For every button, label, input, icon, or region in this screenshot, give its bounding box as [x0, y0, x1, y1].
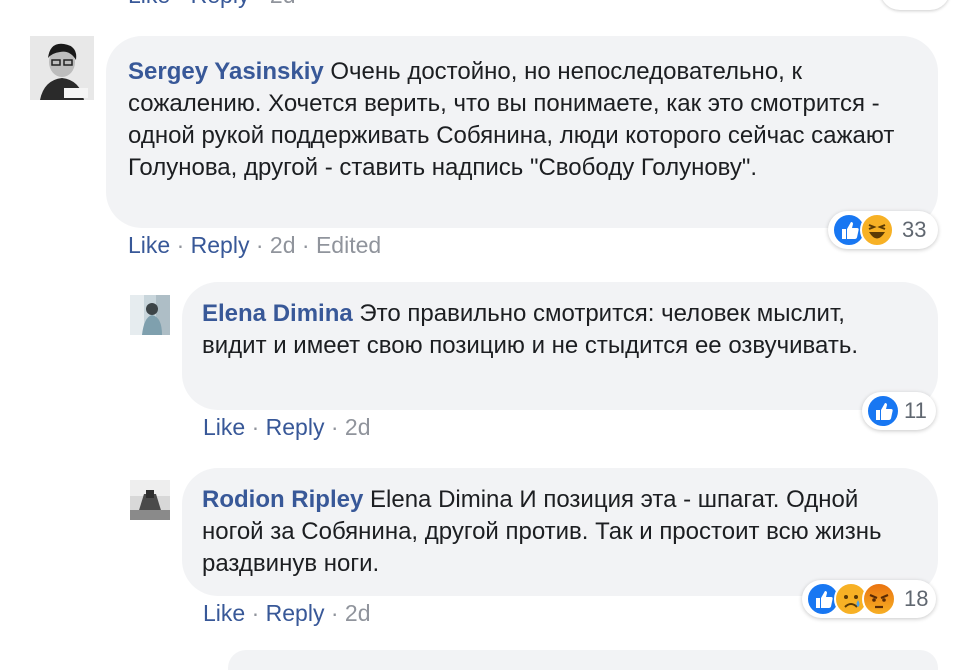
comment-actions: Like · Reply · 2d: [203, 414, 371, 441]
separator: ·: [330, 600, 339, 626]
reactions-badge[interactable]: 33: [828, 211, 938, 249]
reply-link[interactable]: Reply: [266, 414, 325, 440]
previous-like-link[interactable]: Like: [128, 0, 170, 8]
reactions-badge[interactable]: 18: [802, 580, 936, 618]
separator: ·: [330, 414, 339, 440]
separator: ·: [256, 0, 264, 8]
avatar[interactable]: [30, 36, 94, 100]
like-link[interactable]: Like: [203, 414, 245, 440]
reply-link[interactable]: Reply: [266, 600, 325, 626]
comment-actions: Like · Reply · 2d: [203, 600, 371, 627]
reaction-count: 11: [904, 398, 927, 423]
separator: ·: [255, 232, 264, 258]
previous-reply-link[interactable]: Reply: [191, 0, 250, 8]
like-link[interactable]: Like: [128, 232, 170, 258]
previous-reactions-badge[interactable]: [880, 0, 950, 10]
comment-bubble: Elena Dimina Это правильно смотрится: че…: [182, 282, 938, 410]
separator: ·: [177, 0, 185, 8]
previous-comment-actions: Like · Reply · 2d: [128, 0, 296, 9]
next-comment-bubble-edge: [228, 650, 938, 670]
separator: ·: [251, 414, 260, 440]
like-icon: [866, 394, 900, 428]
comment-time[interactable]: 2d: [345, 600, 371, 626]
avatar[interactable]: [130, 295, 170, 335]
comment-author-link[interactable]: Sergey Yasinskiy: [128, 58, 324, 85]
separator: ·: [176, 232, 185, 258]
comment-author-link[interactable]: Elena Dimina: [202, 300, 353, 327]
separator: ·: [251, 600, 260, 626]
angry-icon: [862, 582, 896, 616]
reaction-count: 33: [902, 217, 927, 242]
reactions-badge[interactable]: 11: [862, 392, 936, 430]
comment-author-link[interactable]: Rodion Ripley: [202, 486, 363, 513]
edited-label[interactable]: Edited: [316, 232, 381, 258]
comment-time[interactable]: 2d: [270, 232, 296, 258]
reaction-count: 18: [904, 586, 929, 611]
comment-bubble: Rodion Ripley Elena Dimina И позиция эта…: [182, 468, 938, 596]
previous-comment-time[interactable]: 2d: [270, 0, 296, 8]
separator: ·: [301, 232, 310, 258]
comment-actions: Like · Reply · 2d · Edited: [128, 232, 381, 259]
avatar-photo-image: [130, 295, 170, 335]
avatar[interactable]: [130, 480, 170, 520]
avatar-portrait-image: [30, 36, 94, 100]
like-link[interactable]: Like: [203, 600, 245, 626]
comment-time[interactable]: 2d: [345, 414, 371, 440]
avatar-photo-image: [130, 480, 170, 520]
reply-link[interactable]: Reply: [191, 232, 250, 258]
comment-bubble: Sergey Yasinskiy Очень достойно, но непо…: [106, 36, 938, 228]
haha-icon: [860, 213, 894, 247]
